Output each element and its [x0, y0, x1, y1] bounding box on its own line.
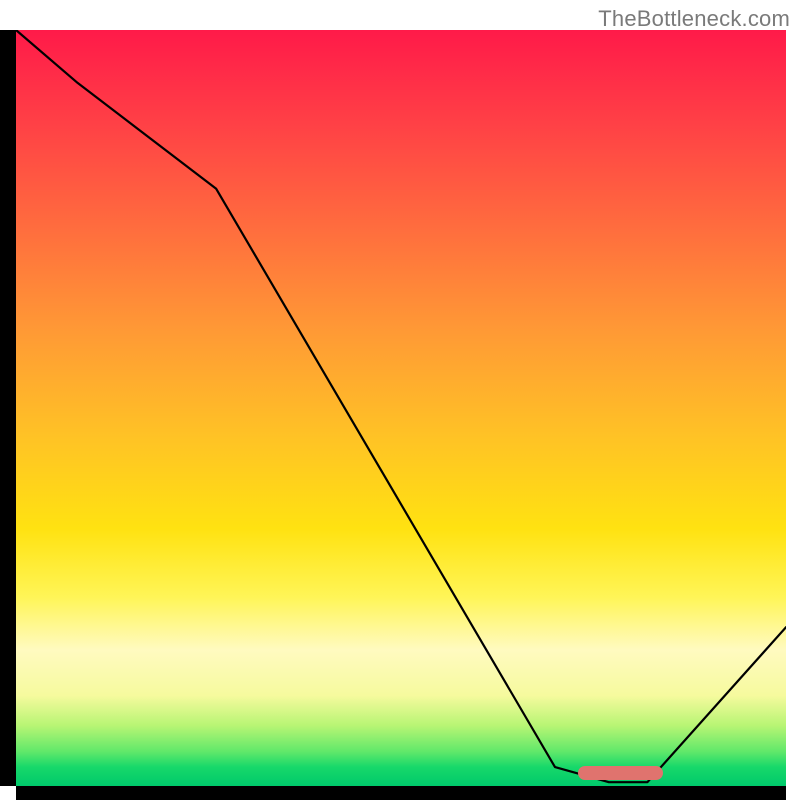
bottleneck-curve [16, 30, 786, 786]
optimal-range-marker [578, 766, 663, 780]
plot-frame [16, 30, 786, 786]
x-axis [16, 786, 786, 800]
y-axis [0, 30, 16, 786]
watermark-text: TheBottleneck.com [598, 6, 790, 32]
